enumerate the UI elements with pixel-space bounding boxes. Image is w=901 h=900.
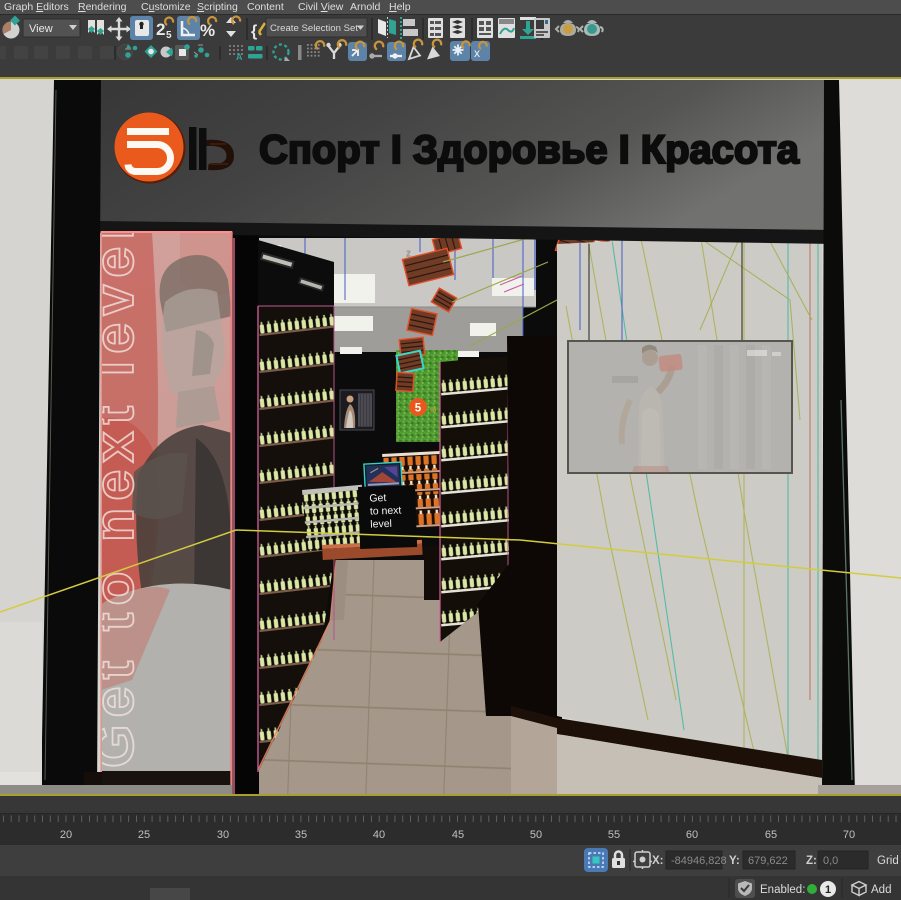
svg-text:Get: Get — [369, 492, 386, 505]
svg-text:Z:: Z: — [806, 855, 817, 867]
svg-text:Спорт І Здоровье І Красота: Спорт І Здоровье І Красота — [259, 128, 800, 172]
svg-text:70: 70 — [843, 829, 855, 841]
svg-text:40: 40 — [373, 829, 385, 841]
svg-text:lb: lb — [430, 407, 436, 414]
svg-text:679,622: 679,622 — [748, 855, 788, 867]
svg-text:Enabled:: Enabled: — [760, 884, 805, 896]
svg-text:Add: Add — [871, 884, 891, 896]
svg-text:{: { — [251, 23, 257, 40]
svg-text:65: 65 — [765, 829, 777, 841]
svg-text:-84946,828: -84946,828 — [671, 855, 727, 867]
svg-text:View: View — [29, 23, 53, 35]
svg-text:45: 45 — [452, 829, 464, 841]
svg-text:50: 50 — [530, 829, 542, 841]
svg-text:1: 1 — [825, 884, 831, 896]
svg-text:Grid: Grid — [877, 855, 899, 867]
svg-text:level: level — [370, 518, 392, 531]
svg-text:30: 30 — [217, 829, 229, 841]
svg-text:Y:: Y: — [729, 855, 740, 867]
svg-text:X:: X: — [652, 855, 664, 867]
svg-text:Create Selection Set: Create Selection Set — [270, 23, 358, 34]
svg-text:35: 35 — [295, 829, 307, 841]
svg-text:5: 5 — [166, 30, 172, 41]
svg-text:z: z — [406, 248, 411, 259]
svg-text:55: 55 — [608, 829, 620, 841]
svg-text:60: 60 — [686, 829, 698, 841]
svg-text:20: 20 — [60, 829, 72, 841]
svg-text:A: A — [236, 52, 243, 62]
svg-text:5: 5 — [415, 403, 422, 415]
svg-text:25: 25 — [138, 829, 150, 841]
svg-text:to next: to next — [370, 505, 402, 518]
svg-text:0,0: 0,0 — [823, 855, 838, 867]
